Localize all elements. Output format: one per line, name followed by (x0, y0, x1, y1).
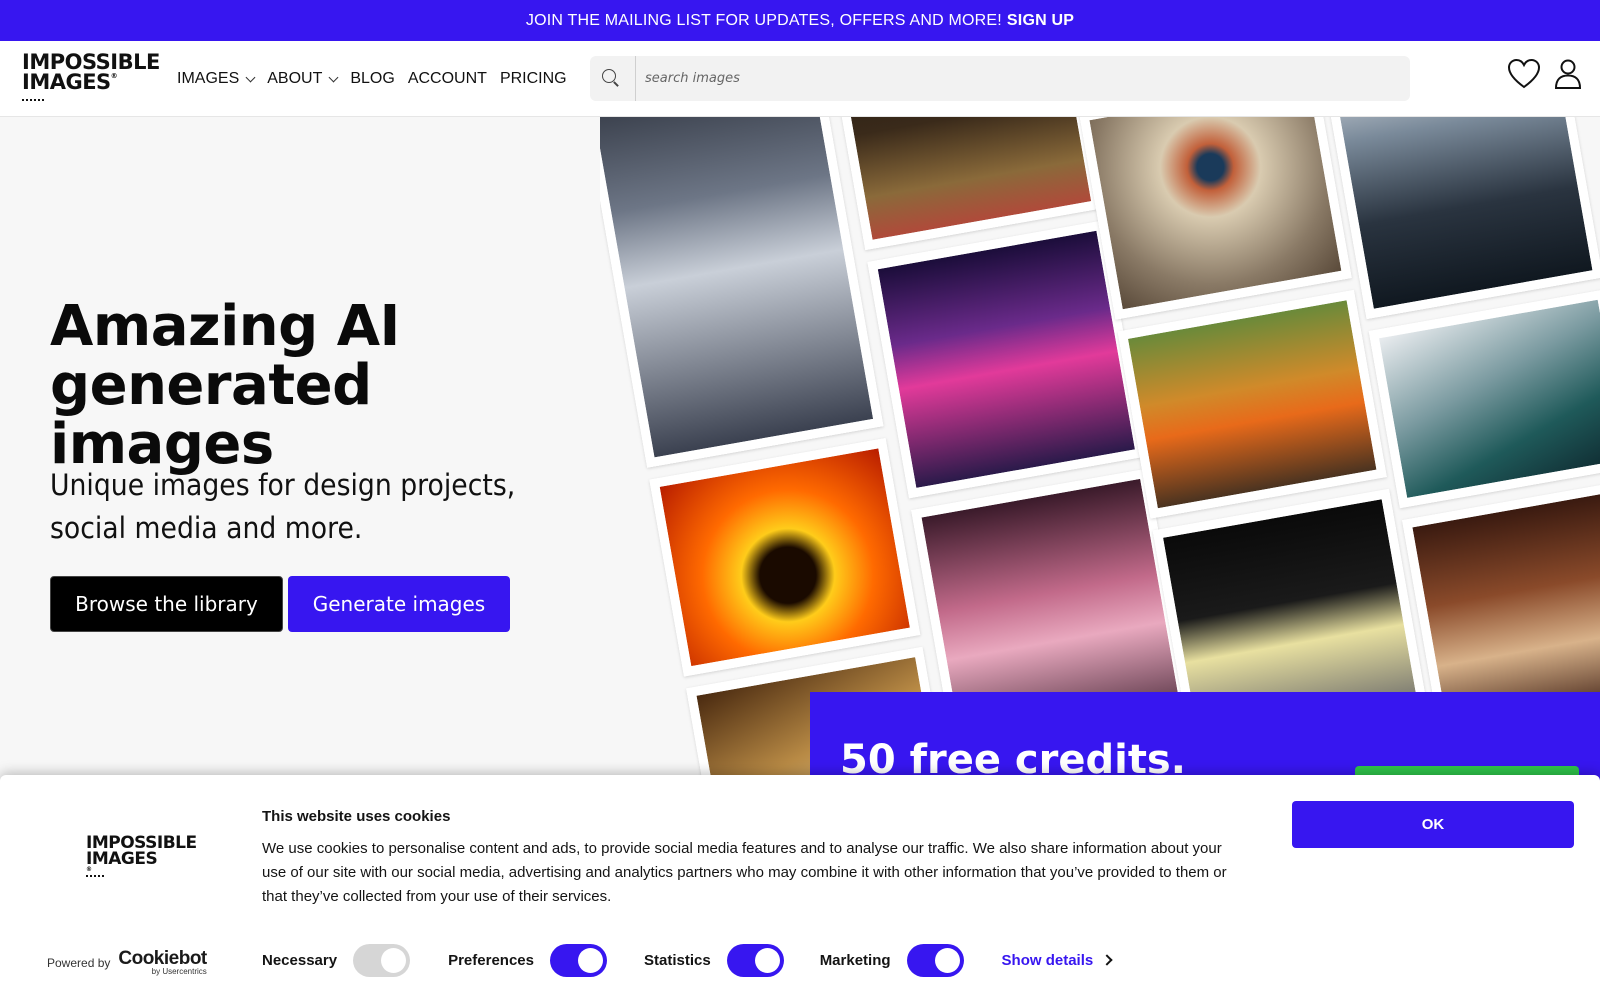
chevron-down-icon (245, 72, 256, 82)
toggle-label-statistics: Statistics (643, 951, 711, 969)
nav-item-pricing[interactable]: PRICING (500, 70, 567, 88)
cookie-banner-title: This website uses cookies (262, 808, 451, 825)
search-divider (635, 56, 636, 101)
main-nav: IMAGES ABOUT BLOG ACCOUNT PRICING (177, 41, 567, 117)
hero-title: Amazing AI generated images (50, 297, 610, 474)
cookie-logo-drips (86, 875, 104, 880)
chevron-down-icon (328, 72, 339, 82)
marketing-toggle[interactable] (906, 943, 964, 977)
necessary-toggle[interactable] (353, 943, 411, 977)
preferences-toggle[interactable] (549, 943, 607, 977)
mailing-list-banner: JOIN THE MAILING LIST FOR UPDATES, OFFER… (0, 0, 1600, 41)
cookie-banner-logo: IMPOSSIBLE IMAGES ® (86, 834, 197, 880)
nav-item-blog[interactable]: BLOG (350, 70, 394, 88)
generate-images-button[interactable]: Generate images (288, 576, 510, 632)
gallery-image-wave-surfer[interactable] (1368, 289, 1600, 509)
statistics-toggle[interactable] (726, 943, 784, 977)
logo-line2: IMAGES (22, 69, 111, 94)
heart-icon[interactable] (1507, 58, 1541, 90)
gallery-image-skyscraper[interactable] (1321, 117, 1600, 320)
search-bar (590, 56, 1410, 101)
cookie-banner-text: We use cookies to personalise content an… (262, 840, 1227, 905)
cookie-consent-banner: IMPOSSIBLE IMAGES ® Powered by Cookiebot … (0, 775, 1600, 1000)
powered-by-label: Powered by (47, 955, 111, 970)
nav-item-account[interactable]: ACCOUNT (408, 70, 487, 88)
mailing-list-message: JOIN THE MAILING LIST FOR UPDATES, OFFER… (525, 11, 1002, 29)
gallery-image-neon-street[interactable] (867, 220, 1146, 499)
logo-registered: ® (110, 71, 118, 80)
cookie-toggles: Necessary Preferences Statistics Marketi… (262, 943, 1113, 977)
toggle-label-marketing: Marketing (819, 951, 891, 969)
toggle-label-necessary: Necessary (262, 951, 338, 969)
hero-title-line1: Amazing AI (50, 294, 400, 359)
user-icon[interactable] (1554, 58, 1582, 90)
gallery-image-surreal-eye[interactable] (1078, 117, 1352, 320)
gallery-image-fire-hand[interactable] (649, 437, 921, 677)
gallery-image-carrots[interactable] (1117, 289, 1387, 519)
site-header: IMPOSSIBLE IMAGES® IMAGES ABOUT BLOG ACC… (0, 41, 1600, 117)
cookiebot-brand: Cookiebot (118, 948, 207, 969)
gallery-image-ghost-hallway[interactable] (600, 117, 884, 468)
show-details-label: Show details (1001, 951, 1094, 969)
powered-by-cookiebot[interactable]: Powered by Cookiebot by Usercentrics (47, 949, 207, 976)
nav-item-about[interactable]: ABOUT (267, 70, 339, 88)
chevron-right-icon (1101, 954, 1113, 966)
nav-item-images[interactable]: IMAGES (177, 70, 256, 88)
nav-label: IMAGES (177, 70, 240, 87)
logo-drips (22, 99, 44, 105)
hero-subtitle: Unique images for design projects, socia… (50, 468, 516, 545)
show-details-link[interactable]: Show details (1001, 951, 1113, 969)
sign-up-link[interactable]: SIGN UP (1007, 12, 1074, 30)
nav-label: ABOUT (267, 70, 323, 87)
search-input[interactable] (645, 56, 1395, 101)
cookie-ok-button[interactable]: OK (1292, 801, 1574, 848)
hero-title-line2: generated images (50, 353, 372, 477)
search-icon[interactable] (602, 69, 620, 87)
site-logo[interactable]: IMPOSSIBLE IMAGES® (22, 52, 160, 105)
browse-library-button[interactable]: Browse the library (50, 576, 283, 632)
toggle-label-preferences: Preferences (448, 951, 534, 969)
cookie-logo-line2: IMAGES (86, 849, 158, 870)
cookiebot-logo: Cookiebot by Usercentrics (118, 948, 207, 976)
